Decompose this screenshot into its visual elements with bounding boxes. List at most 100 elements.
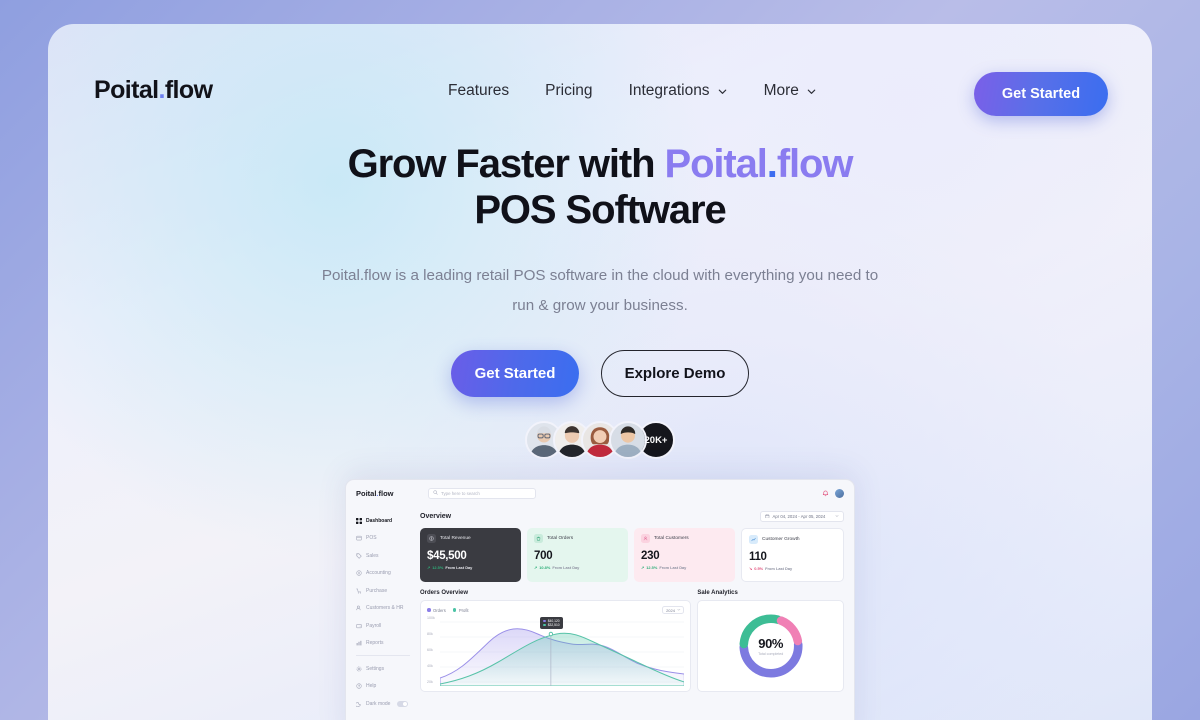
header-get-started-button[interactable]: Get Started [974, 72, 1108, 116]
legend-orders: Orders [427, 608, 446, 613]
help-icon [356, 683, 362, 689]
brand-logo-main: Poital [94, 76, 159, 104]
stat-card-customer-growth[interactable]: Customer Growth 110 ↘ 0.5% From Last Day [741, 528, 844, 582]
dashboard-search-input[interactable]: Type here to search [428, 487, 536, 499]
stat-label: Total Customers [654, 536, 689, 541]
dashboard-sidebar: Dashboard POS Sales Accounting Purchase … [346, 506, 418, 720]
sidebar-item-label: Settings [366, 665, 385, 672]
nav-label: More [763, 82, 799, 99]
sidebar-item-dark-mode[interactable]: Dark mode [356, 695, 418, 713]
nav-item-pricing[interactable]: Pricing [545, 82, 592, 100]
bag-icon [534, 534, 543, 543]
stat-label: Customer Growth [762, 537, 800, 542]
orders-overview-panel: Orders Overview Orders Profit 2024 100k … [420, 590, 692, 692]
dashboard-logo-main: Poital [356, 488, 377, 498]
nav-label: Pricing [545, 82, 593, 99]
stat-delta-value: 12.5% [432, 565, 444, 570]
register-icon [356, 535, 362, 541]
donut-center-labels: 90% Total completed [758, 636, 783, 656]
dashboard-topbar: Poital.flow Type here to search [346, 480, 854, 506]
sidebar-item-label: Payroll [366, 622, 382, 629]
sidebar-item-dashboard[interactable]: Dashboard [356, 512, 418, 530]
date-range-picker[interactable]: Apr 04, 2024 - Apr 05, 2024 [760, 511, 844, 522]
legend-label: Profit [458, 607, 469, 613]
dashboard-search-placeholder: Type here to search [441, 490, 480, 496]
donut-subtitle: Total completed [758, 652, 784, 656]
stat-delta-up: ↗ [534, 565, 538, 570]
site-header: Poital.flow Features Pricing Integration… [48, 24, 1152, 142]
bell-icon[interactable] [822, 490, 829, 497]
growth-icon [749, 535, 758, 544]
calendar-icon [765, 514, 770, 520]
people-icon [641, 534, 650, 543]
sidebar-item-payroll[interactable]: Payroll [356, 617, 418, 635]
orders-chart-legend: Orders Profit 2024 [427, 606, 685, 614]
year-select[interactable]: 2024 [662, 606, 685, 614]
stat-card-total-customers[interactable]: Total Customers 230 ↗ 12.5% From Last Da… [634, 528, 735, 582]
chart-icon [356, 640, 362, 646]
sidebar-item-purchase[interactable]: Purchase [356, 582, 418, 600]
stat-label: Total Orders [547, 536, 574, 541]
brand-logo-suffix: flow [164, 76, 213, 104]
nav-item-more[interactable]: More [764, 82, 817, 100]
hero-section: Grow Faster with Poital.flow POS Softwar… [48, 142, 1152, 460]
sidebar-item-label: Customers & HR [366, 605, 404, 612]
year-select-value: 2024 [666, 607, 675, 613]
sidebar-item-help[interactable]: Help [356, 678, 418, 696]
nav-item-features[interactable]: Features [448, 82, 509, 100]
search-icon [433, 490, 438, 496]
grid-icon [356, 517, 362, 524]
dark-mode-toggle[interactable] [397, 700, 409, 707]
sidebar-item-reports[interactable]: Reports [356, 635, 418, 653]
date-range-label: Apr 04, 2024 - Apr 05, 2024 [772, 514, 826, 519]
hero-headline-brand-suffix: flow [776, 142, 854, 186]
dollar-icon [427, 534, 436, 543]
stat-value: 230 [641, 550, 660, 562]
sidebar-item-settings[interactable]: Settings [356, 660, 418, 678]
sidebar-item-label: Accounting [366, 570, 391, 577]
brand-logo[interactable]: Poital.flow [94, 76, 213, 105]
sidebar-item-label: POS [366, 535, 377, 542]
sidebar-item-label: Dark mode [366, 700, 391, 707]
dashboard-main: Overview Apr 04, 2024 - Apr 05, 2024 Tot… [418, 506, 854, 720]
stat-cards: Total Revenue $45,500 ↗ 12.5% From Last … [420, 528, 844, 582]
stat-delta-value: 12.5% [646, 565, 658, 570]
currency-icon [356, 570, 362, 576]
sidebar-item-label: Purchase [366, 587, 388, 594]
cart-icon [356, 588, 362, 594]
sidebar-item-accounting[interactable]: Accounting [356, 565, 418, 583]
stat-card-total-orders[interactable]: Total Orders 700 ↗ 10.8% From Last Day [527, 528, 628, 582]
sidebar-item-pos[interactable]: POS [356, 530, 418, 548]
hero-headline-line2: POS Software [474, 187, 726, 232]
stat-card-total-revenue[interactable]: Total Revenue $45,500 ↗ 12.5% From Last … [420, 528, 521, 582]
hero-headline: Grow Faster with Poital.flow POS Softwar… [48, 142, 1152, 233]
wallet-icon [356, 623, 362, 629]
donut-percent: 90% [758, 636, 784, 651]
stat-delta-text: From Last Day [445, 565, 473, 570]
stat-delta-value: 10.8% [539, 565, 551, 570]
y-tick: 80k [427, 632, 433, 636]
orders-chart-tooltip: $40,120 $32,510 [540, 617, 563, 629]
stat-delta-up: ↗ [641, 565, 645, 570]
sidebar-divider [356, 655, 410, 656]
nav-item-integrations[interactable]: Integrations [629, 82, 728, 100]
orders-area-chart: 100k 80k 60k 40k 20k $40,120 $32,510 [427, 616, 685, 686]
dashboard-user-avatar[interactable] [835, 488, 844, 498]
hero-explore-demo-button[interactable]: Explore Demo [601, 350, 749, 398]
nav-label: Integrations [628, 82, 710, 99]
orders-chart-yaxis: 100k 80k 60k 40k 20k [427, 616, 440, 684]
hero-subtitle: Poital.flow is a leading retail POS soft… [321, 267, 879, 314]
social-proof-avatars: 20K+ [48, 421, 1152, 460]
overview-header: Overview Apr 04, 2024 - Apr 05, 2024 [420, 511, 844, 522]
hero-get-started-button[interactable]: Get Started [451, 350, 579, 398]
sidebar-item-sales[interactable]: Sales [356, 547, 418, 565]
y-tick: 60k [427, 648, 433, 652]
stat-value: 110 [749, 551, 767, 563]
sidebar-item-customers-hr[interactable]: Customers & HR [356, 600, 418, 618]
dashboard-topbar-icons [822, 488, 844, 498]
tooltip-value-profit: $32,510 [547, 623, 560, 627]
y-tick: 40k [427, 664, 433, 668]
stat-value: 700 [534, 550, 553, 562]
sale-donut-card: 90% Total completed [697, 600, 844, 692]
stat-value: $45,500 [427, 550, 467, 562]
